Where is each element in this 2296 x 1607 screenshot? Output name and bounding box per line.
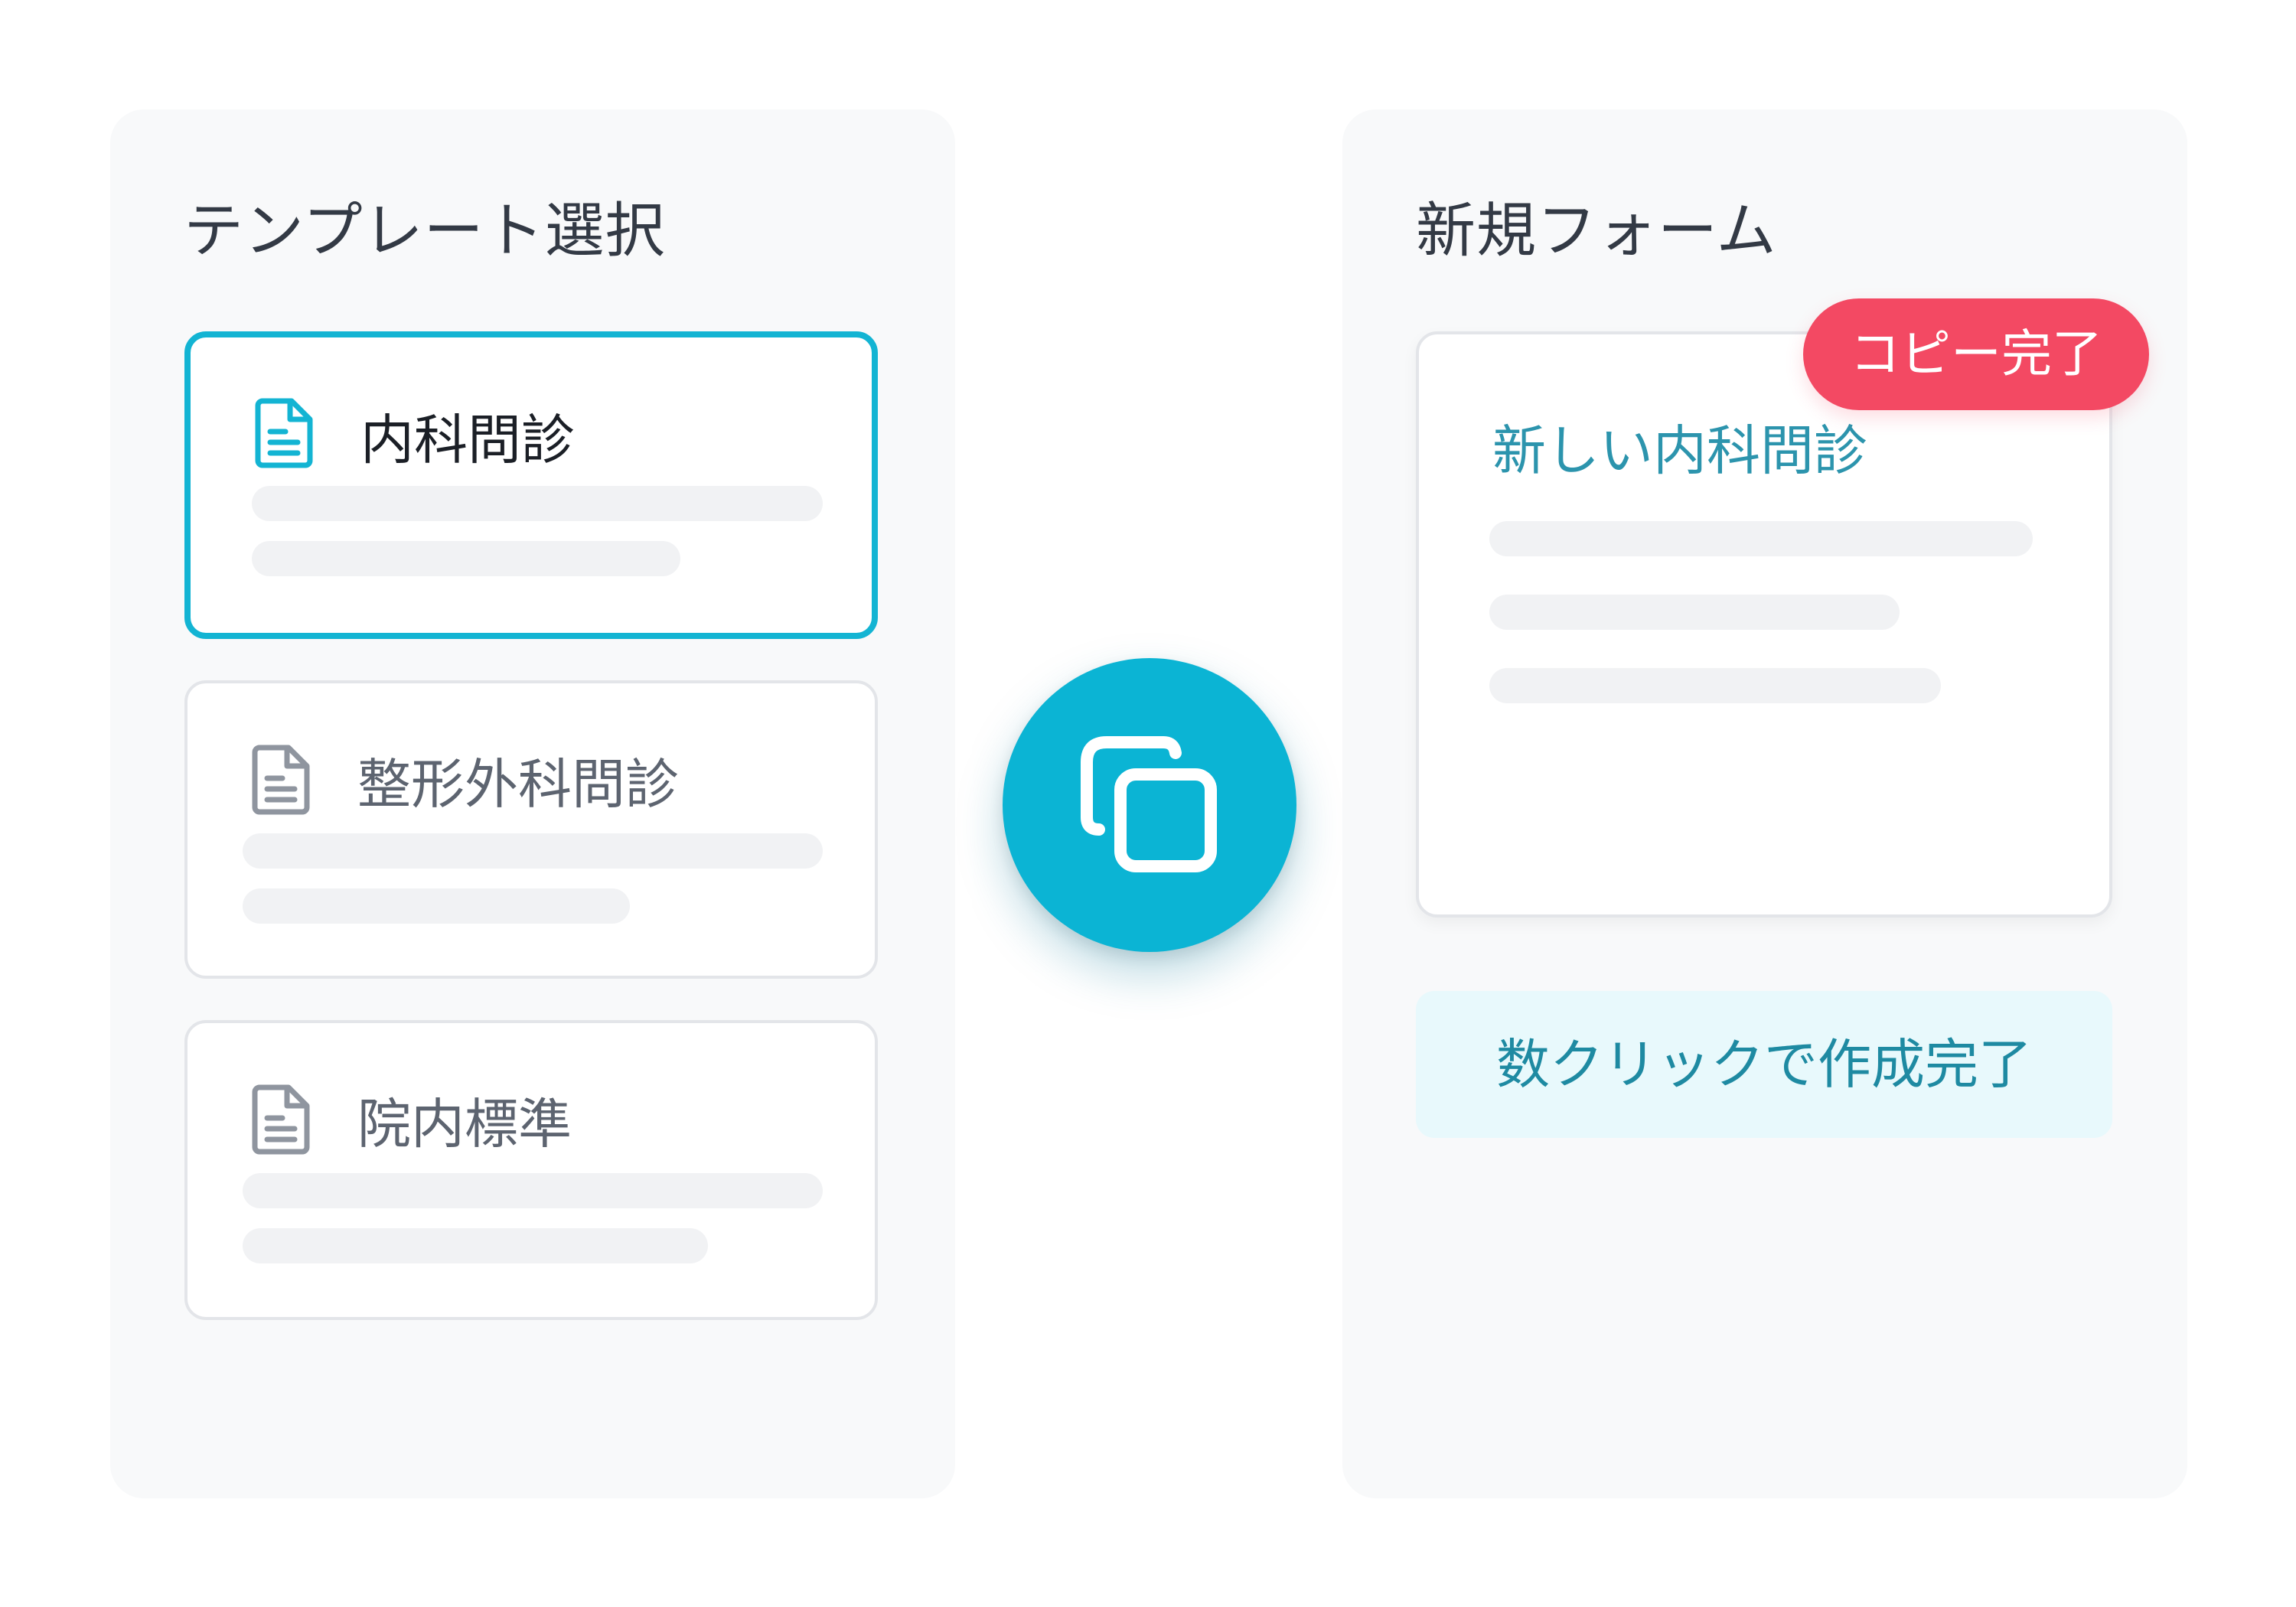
template-name: 内科問診 [360,409,575,471]
skeleton-line [243,1228,708,1263]
template-card-hospital-standard[interactable]: 院内標準 [184,1020,878,1320]
info-message: 数クリックで作成完了 [1416,991,2112,1138]
document-icon [255,398,313,468]
skeleton-line [243,833,823,869]
new-form-card[interactable]: 新しい内科問診 [1416,331,2112,918]
template-card-orthopedic[interactable]: 整形外科問診 [184,680,878,979]
document-icon [252,745,310,815]
skeleton-line [243,888,630,924]
copy-icon [1081,736,1217,872]
skeleton-line [243,1173,823,1208]
document-icon [252,1084,310,1155]
template-card-internal-medicine[interactable]: 内科問診 [184,331,878,639]
skeleton-line [252,541,680,576]
skeleton-line [1489,668,1941,703]
skeleton-line [1489,595,1900,630]
template-name: 院内標準 [357,1093,572,1156]
skeleton-line [1489,521,2033,556]
skeleton-line [252,486,823,521]
illustration: テンプレート選択 内科問診 整形外科問診 院内標準 新規フォーム 新しい内科問診… [0,0,2296,1607]
copy-button[interactable] [1003,658,1296,952]
new-form-panel-title: 新規フォーム [1416,197,1777,266]
template-name: 整形外科問診 [357,753,679,816]
copy-complete-badge: コピー完了 [1803,298,2149,410]
new-form-title: 新しい内科問診 [1492,419,1867,482]
template-panel-title: テンプレート選択 [184,197,666,266]
template-panel: テンプレート選択 内科問診 整形外科問診 院内標準 [110,109,955,1498]
